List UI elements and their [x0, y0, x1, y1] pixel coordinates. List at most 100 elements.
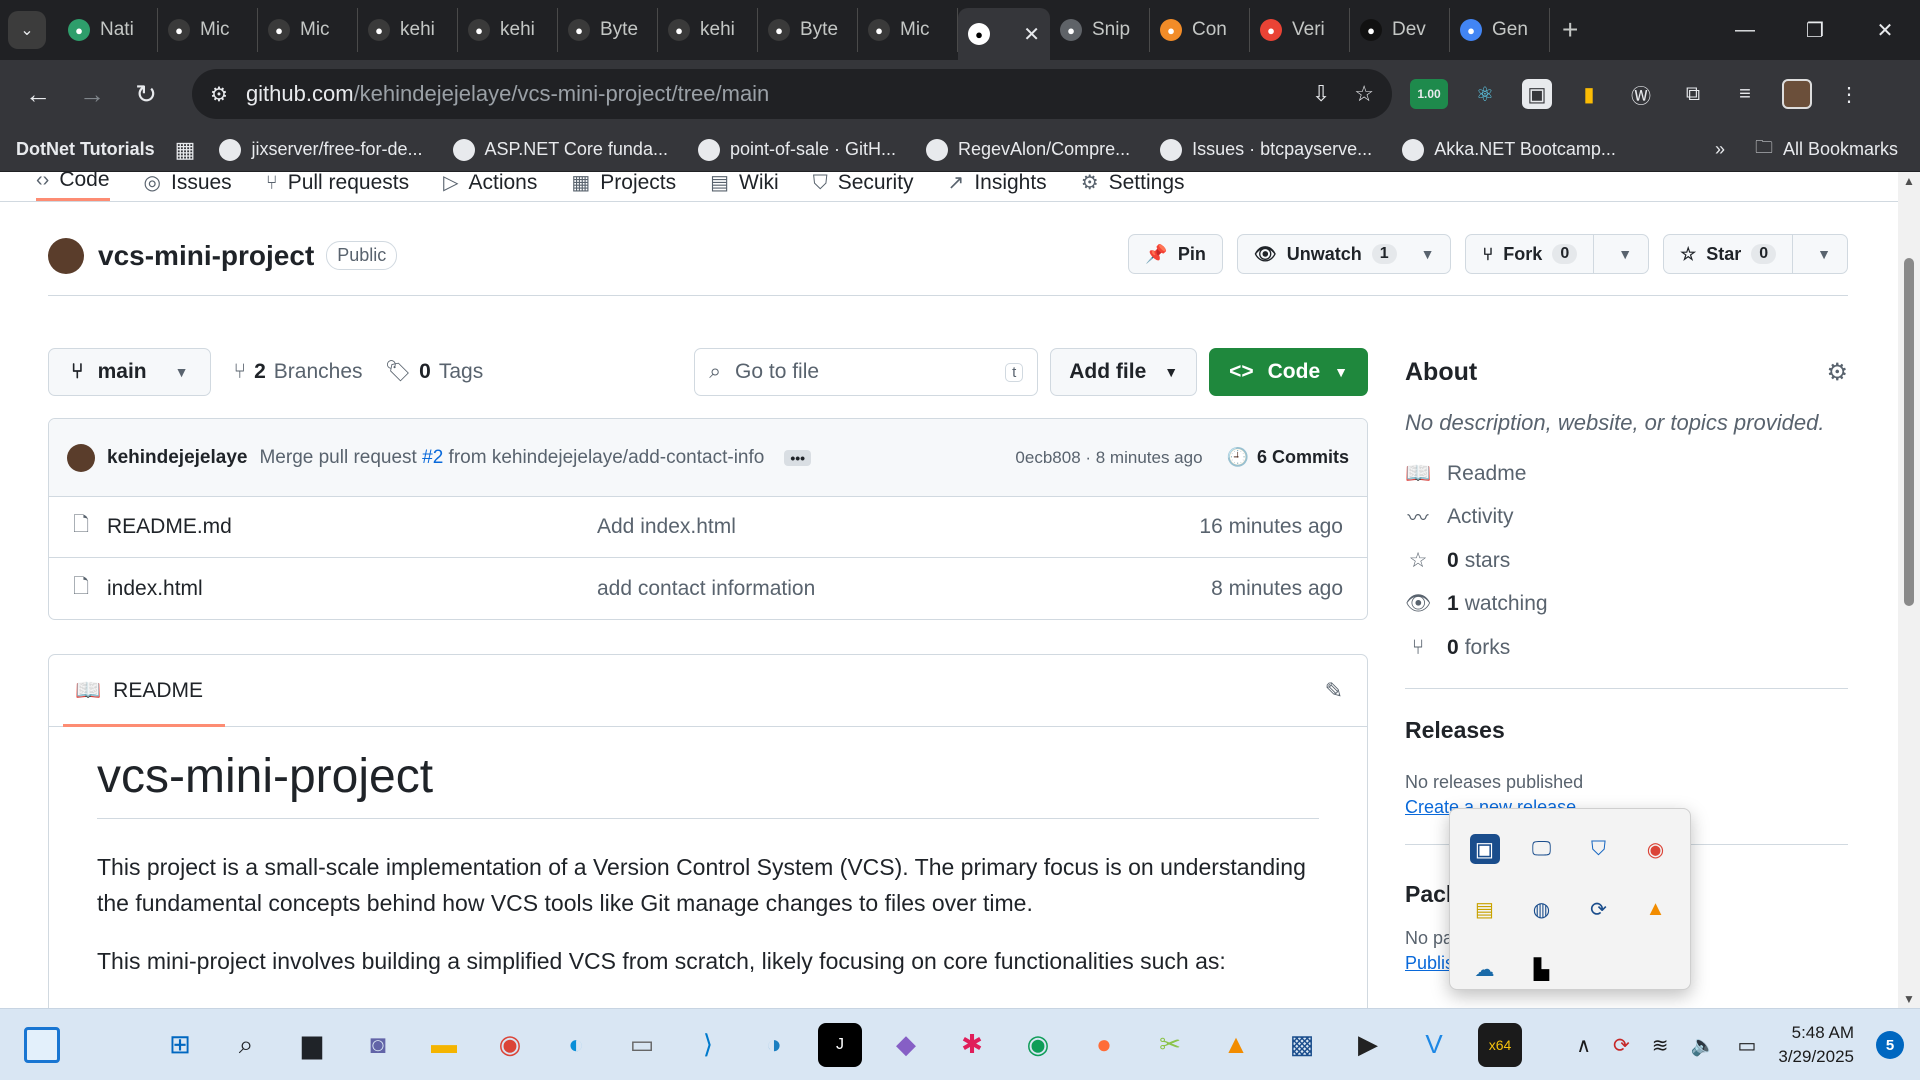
expand-commit-button[interactable]: •••	[784, 449, 812, 466]
chevron-down-icon[interactable]: ▼	[1803, 246, 1831, 262]
commit-message[interactable]: Merge pull request #2 from kehindejejela…	[259, 447, 764, 469]
edge-icon[interactable]: ◑	[752, 1023, 796, 1067]
cloud-app-icon[interactable]: ☁	[1470, 954, 1500, 984]
notification-badge[interactable]: 5	[1876, 1031, 1904, 1059]
tab-search-button[interactable]: ⌄	[8, 11, 46, 49]
tab-l-3[interactable]: ● kehi	[358, 8, 458, 52]
volume-icon[interactable]: 🔈	[1691, 1033, 1716, 1058]
commits-link[interactable]: 🕘 6 Commits	[1227, 447, 1349, 468]
remote-desktop-icon[interactable]: ▭	[620, 1023, 664, 1067]
tab-l-2[interactable]: ● Mic	[258, 8, 358, 52]
tab-l-1[interactable]: ● Mic	[158, 8, 258, 52]
chrome-icon[interactable]: ◉	[1641, 834, 1671, 864]
more-menu-icon[interactable]: ⋮	[1834, 79, 1864, 109]
author-avatar[interactable]	[67, 443, 95, 472]
vlc-icon[interactable]: ▲	[1214, 1023, 1258, 1067]
tab-active[interactable]: ● ✕	[958, 8, 1050, 60]
scroll-up-icon[interactable]: ▲	[1898, 174, 1920, 188]
react-devtools-icon[interactable]: ⚛	[1470, 79, 1500, 109]
chrome-icon[interactable]: ◉	[488, 1023, 532, 1067]
branches-link[interactable]: ⑂ 2 Branches	[233, 360, 362, 384]
extension-badge-icon[interactable]: 1.00	[1410, 79, 1448, 109]
task-view-icon[interactable]: ▆	[290, 1023, 334, 1067]
address-bar[interactable]: ⚙ github.com/kehindejejelaye/vcs-mini-pr…	[192, 69, 1392, 119]
owner-avatar[interactable]	[48, 237, 84, 274]
postman-icon[interactable]: ●	[1082, 1023, 1126, 1067]
sync-icon[interactable]: ⟳	[1584, 894, 1614, 924]
about-item-forks[interactable]: ⑂ 0 forks	[1405, 626, 1848, 670]
url-text[interactable]: github.com/kehindejejelaye/vcs-mini-proj…	[246, 81, 1288, 107]
tab-l-5[interactable]: ● Byte	[558, 8, 658, 52]
close-icon[interactable]: ✕	[1023, 22, 1040, 47]
defender-shield-icon[interactable]: ⛉	[1584, 834, 1614, 864]
bookmark-item[interactable]: RegevAlon/Compre...	[926, 138, 1130, 161]
jetbrains-icon[interactable]: J	[818, 1022, 862, 1067]
extensions-puzzle-icon[interactable]: ⧉	[1678, 79, 1708, 109]
commit-author[interactable]: kehindejejelaye	[107, 447, 247, 469]
pr-link[interactable]: #2	[422, 447, 443, 468]
scroll-down-icon[interactable]: ▼	[1898, 992, 1920, 1006]
tab-r-0[interactable]: ● Snip	[1050, 8, 1150, 52]
tab-security[interactable]: ⛉ Security	[813, 172, 914, 201]
about-item-Activity[interactable]: 〰 Activity	[1405, 496, 1848, 540]
jetbrains-toolbox-icon[interactable]: ▙	[1527, 954, 1557, 984]
bookmarks-more-button[interactable]: »	[1715, 139, 1725, 160]
bookmark-item[interactable]: jixserver/free-for-de...	[219, 138, 423, 161]
back-button[interactable]: ←	[16, 72, 60, 116]
bookmark-star-icon[interactable]: ☆	[1354, 81, 1374, 107]
file-manager-icon[interactable]: ▤	[1470, 894, 1500, 924]
fork-button[interactable]: ⑂ Fork 0 ▼	[1465, 234, 1650, 274]
star-button[interactable]: ☆ Star 0 ▼	[1663, 234, 1848, 274]
widgets-icon[interactable]	[24, 1026, 60, 1063]
screen-app-icon[interactable]: ▣	[1469, 834, 1500, 864]
tab-l-7[interactable]: ● Byte	[758, 8, 858, 52]
repo-name[interactable]: vcs-mini-project	[98, 240, 314, 272]
tab-r-3[interactable]: ● Dev	[1350, 8, 1450, 52]
teams-chat-icon[interactable]: ◙	[356, 1023, 400, 1067]
wappalyzer-icon[interactable]: Ⓦ	[1626, 79, 1656, 109]
tab-insights[interactable]: ↗ Insights	[948, 172, 1047, 201]
tab-code[interactable]: ‹› Code	[36, 172, 110, 201]
reload-button[interactable]: ↻	[124, 72, 168, 116]
chevron-down-icon[interactable]: ▼	[1407, 246, 1435, 262]
file-commit-message[interactable]: Add index.html	[597, 515, 1199, 539]
tab-settings[interactable]: ⚙ Settings	[1081, 172, 1185, 201]
file-explorer-icon[interactable]: ▬	[422, 1023, 466, 1067]
monitor-icon[interactable]: 🖵	[1527, 834, 1557, 864]
pin-button[interactable]: 📌 Pin	[1128, 234, 1223, 274]
extension-card-icon[interactable]: ▣	[1522, 79, 1552, 109]
file-name[interactable]: README.md	[107, 515, 597, 539]
go-to-file-input[interactable]: ⌕ Go to file t	[694, 348, 1039, 396]
file-name[interactable]: index.html	[107, 577, 597, 601]
bookmark-item[interactable]: Issues · btcpayserve...	[1160, 138, 1372, 161]
tab-wiki[interactable]: ▤ Wiki	[710, 172, 779, 201]
about-item-watching[interactable]: 👁 1 watching	[1405, 583, 1848, 627]
wifi-icon[interactable]: ≋	[1652, 1033, 1669, 1058]
apps-grid-icon[interactable]: ▦	[175, 137, 196, 163]
readme-tab[interactable]: 📖 README	[62, 655, 226, 727]
gear-icon[interactable]: ⚙	[1826, 358, 1848, 387]
bookmark-item[interactable]: Akka.NET Bootcamp...	[1402, 138, 1616, 161]
install-app-icon[interactable]: ⇩	[1312, 81, 1330, 107]
code-button[interactable]: <> Code ▼	[1209, 348, 1368, 396]
chevron-down-icon[interactable]: ▼	[1604, 246, 1632, 262]
tab-pull-requests[interactable]: ⑂ Pull requests	[266, 172, 409, 201]
search-icon[interactable]: ⌕	[224, 1023, 268, 1067]
tab-r-2[interactable]: ● Veri	[1250, 8, 1350, 52]
new-tab-button[interactable]: +	[1562, 14, 1578, 46]
extension-yellow-icon[interactable]: ▮	[1574, 79, 1604, 109]
unwatch-button[interactable]: 👁 Unwatch 1 ▼	[1236, 234, 1452, 274]
media-player-icon[interactable]: ▶	[1346, 1023, 1390, 1067]
about-item-Readme[interactable]: 📖 Readme	[1405, 452, 1848, 496]
visual-studio-icon[interactable]: ◆	[884, 1023, 928, 1067]
file-row[interactable]: 🗋 index.html add contact information 8 minu…	[49, 558, 1367, 619]
forward-button[interactable]: →	[70, 72, 114, 116]
pencil-icon[interactable]: ✎	[1325, 678, 1343, 704]
edge-icon[interactable]: ◐	[554, 1023, 598, 1067]
reading-list-icon[interactable]: ≡	[1730, 79, 1760, 109]
commit-sha-time[interactable]: 0ecb808 · 8 minutes ago	[1015, 448, 1202, 468]
scroll-thumb[interactable]	[1904, 258, 1914, 606]
page-scrollbar[interactable]: ▲ ▼	[1898, 172, 1920, 1008]
vs-icon[interactable]: V	[1412, 1023, 1456, 1067]
network-globe-icon[interactable]: ◍	[1527, 894, 1557, 924]
